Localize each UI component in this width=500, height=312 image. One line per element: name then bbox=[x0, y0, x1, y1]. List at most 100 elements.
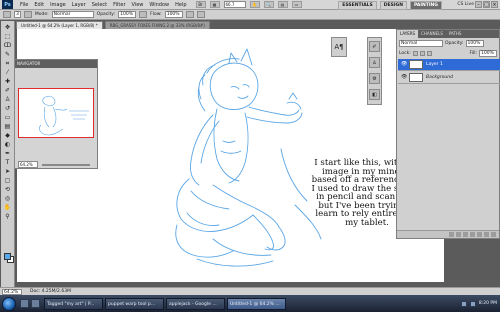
taskbar-item[interactable]: puppet warp tool p... bbox=[105, 297, 164, 310]
hand-tool-icon[interactable]: ✋ bbox=[3, 204, 13, 211]
menu-image[interactable]: Image bbox=[47, 0, 69, 10]
minimize-icon[interactable]: – bbox=[475, 1, 482, 8]
character-panel-icon[interactable]: A¶ bbox=[331, 37, 347, 57]
lock-label: Lock: bbox=[399, 51, 411, 56]
taskbar-item-photoshop[interactable]: Untitled-1 @ 64.2% ... bbox=[227, 297, 286, 310]
zoom-tool-button[interactable]: 🔍 bbox=[263, 1, 274, 8]
eyedropper-tool-icon[interactable]: ⁄ bbox=[3, 69, 13, 76]
menu-layer[interactable]: Layer bbox=[69, 0, 89, 10]
menu-view[interactable]: View bbox=[129, 0, 147, 10]
taskbar-item[interactable]: applejack - Google ... bbox=[166, 297, 225, 310]
link-layers-icon[interactable] bbox=[449, 232, 454, 237]
gradient-tool-icon[interactable]: ▤ bbox=[3, 123, 13, 130]
navigator-preview[interactable] bbox=[18, 88, 94, 138]
brush-tool-icon[interactable]: ✐ bbox=[3, 87, 13, 94]
arrange-documents-button[interactable]: ▤ bbox=[277, 1, 288, 8]
foreground-color-swatch[interactable] bbox=[4, 253, 11, 260]
document-tab-untitled[interactable]: Untitled-1 @ 64.2% (Layer 1, RGB/8) * bbox=[16, 21, 103, 29]
dodge-tool-icon[interactable]: ◐ bbox=[3, 141, 13, 148]
marquee-tool-icon[interactable]: ⬚ bbox=[3, 33, 13, 40]
blur-tool-icon[interactable]: ◆ bbox=[3, 132, 13, 139]
close-icon[interactable]: × bbox=[491, 1, 498, 8]
menu-filter[interactable]: Filter bbox=[110, 0, 128, 10]
layer-row-layer-1[interactable]: 👁 Layer 1 bbox=[398, 59, 500, 71]
browser-icon[interactable] bbox=[31, 299, 40, 308]
menu-bar: File Edit Image Layer Select Filter View… bbox=[17, 0, 190, 10]
clone-stamp-tool-icon[interactable]: ♙ bbox=[3, 96, 13, 103]
navigator-zoom-slider[interactable] bbox=[42, 164, 90, 166]
network-icon[interactable] bbox=[460, 300, 467, 307]
hand-tool-button[interactable]: ✋ bbox=[249, 1, 260, 8]
zoom-tool-icon[interactable]: ⚲ bbox=[3, 213, 13, 220]
brush-panel-toggle-icon[interactable] bbox=[23, 11, 32, 18]
3d-orbit-tool-icon[interactable]: ◎ bbox=[3, 195, 13, 202]
history-brush-tool-icon[interactable]: ↺ bbox=[3, 105, 13, 112]
document-tab-grassy-foxes[interactable]: RBG_GRASSY FOXES FIXING.2 @ 33% (RGB/8#) bbox=[104, 21, 210, 29]
layer-fill-field[interactable]: 100% bbox=[479, 50, 497, 57]
launch-bridge-button[interactable]: Br bbox=[195, 1, 206, 8]
brush-size-select[interactable]: 3 bbox=[14, 11, 21, 18]
layer-row-background[interactable]: 👁 Background bbox=[398, 72, 500, 84]
menu-help[interactable]: Help bbox=[172, 0, 189, 10]
lasso-tool-icon[interactable]: ↀ bbox=[3, 42, 13, 49]
airbrush-icon[interactable] bbox=[185, 11, 194, 18]
eraser-tool-icon[interactable]: ▭ bbox=[3, 114, 13, 121]
shape-tool-icon[interactable]: ▢ bbox=[3, 177, 13, 184]
document-info[interactable]: Doc: 4.25M/2.63M bbox=[30, 289, 71, 294]
tool-presets-panel-icon[interactable]: ⚙ bbox=[369, 73, 380, 84]
show-desktop-icon[interactable] bbox=[20, 299, 29, 308]
flow-field[interactable]: 100% bbox=[164, 11, 183, 18]
healing-brush-tool-icon[interactable]: ✚ bbox=[3, 78, 13, 85]
taskbar-item[interactable]: Tagged "my art" | P... bbox=[44, 297, 103, 310]
volume-icon[interactable] bbox=[469, 300, 476, 307]
clock[interactable]: 8:20 PM bbox=[479, 301, 497, 306]
new-group-icon[interactable] bbox=[477, 232, 482, 237]
new-layer-icon[interactable] bbox=[484, 232, 489, 237]
blend-mode-select[interactable]: Normal bbox=[399, 40, 443, 47]
menu-select[interactable]: Select bbox=[89, 0, 110, 10]
crop-tool-icon[interactable]: ⌗ bbox=[3, 60, 13, 67]
status-zoom-field[interactable]: 64.2% bbox=[2, 288, 22, 295]
view-extras-button[interactable]: ▦ bbox=[209, 1, 220, 8]
menu-file[interactable]: File bbox=[17, 0, 31, 10]
adjustments-panel-icon[interactable]: ◧ bbox=[369, 89, 380, 100]
tab-layers[interactable]: LAYERS bbox=[397, 30, 419, 38]
workspace-essentials[interactable]: ESSENTIALS bbox=[338, 1, 377, 10]
layer-opacity-field[interactable]: 100% bbox=[465, 40, 484, 47]
path-select-tool-icon[interactable]: ➤ bbox=[3, 168, 13, 175]
mode-select[interactable]: Normal bbox=[51, 11, 94, 18]
screen-mode-button[interactable]: ▭ bbox=[291, 1, 302, 8]
pen-tool-icon[interactable]: ✒ bbox=[3, 150, 13, 157]
pressure-opacity-icon[interactable] bbox=[139, 11, 148, 18]
opacity-field[interactable]: 100% bbox=[118, 11, 137, 18]
tab-channels[interactable]: CHANNELS bbox=[418, 30, 446, 38]
workspace-design[interactable]: DESIGN bbox=[379, 1, 407, 10]
visibility-eye-icon[interactable]: 👁 bbox=[401, 75, 407, 80]
workspace-painting[interactable]: PAINTING bbox=[409, 1, 442, 10]
pressure-size-icon[interactable] bbox=[196, 11, 205, 18]
adjustment-layer-icon[interactable] bbox=[470, 232, 475, 237]
maximize-icon[interactable]: □ bbox=[483, 1, 490, 8]
layer-thumbnail bbox=[409, 73, 423, 82]
menu-edit[interactable]: Edit bbox=[31, 0, 47, 10]
lock-position-icon[interactable] bbox=[419, 51, 425, 56]
brush-panel-icon[interactable]: ✐ bbox=[369, 41, 380, 52]
move-tool-icon[interactable]: ✥ bbox=[3, 24, 13, 31]
lock-all-icon[interactable] bbox=[426, 51, 432, 56]
tab-paths[interactable]: PATHS bbox=[446, 30, 465, 38]
3d-rotate-tool-icon[interactable]: ⟲ bbox=[3, 186, 13, 193]
quick-select-tool-icon[interactable]: ✎ bbox=[3, 51, 13, 58]
layer-style-icon[interactable] bbox=[456, 232, 461, 237]
brush-preset-icon[interactable] bbox=[3, 11, 11, 18]
lock-pixels-icon[interactable] bbox=[412, 51, 418, 56]
delete-layer-icon[interactable] bbox=[491, 232, 496, 237]
visibility-eye-icon[interactable]: 👁 bbox=[401, 62, 407, 67]
zoom-level-field[interactable]: 66.7 bbox=[223, 1, 246, 8]
type-tool-icon[interactable]: T bbox=[3, 159, 13, 166]
start-button[interactable] bbox=[2, 296, 16, 311]
navigator-zoom-field[interactable]: 64.2% bbox=[18, 161, 38, 168]
layer-mask-icon[interactable] bbox=[463, 232, 468, 237]
clone-source-panel-icon[interactable]: ♙ bbox=[369, 57, 380, 68]
cs-live-button[interactable]: CS Live bbox=[457, 1, 474, 9]
menu-window[interactable]: Window bbox=[146, 0, 172, 10]
